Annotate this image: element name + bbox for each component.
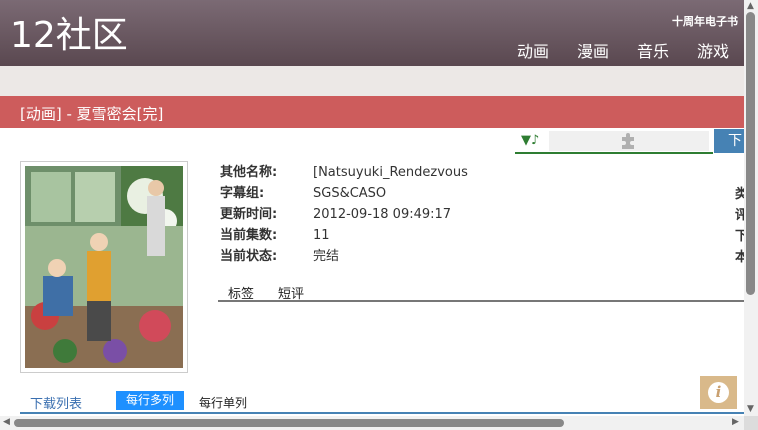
info-value: 完结 xyxy=(313,249,340,264)
multi-column-button[interactable]: 每行多列 xyxy=(116,391,184,410)
info-row-episodes: 当前集数: 11 xyxy=(220,227,468,248)
nav-item-games[interactable]: 游戏 xyxy=(697,38,729,62)
info-row-status: 当前状态: 完结 xyxy=(220,248,468,269)
vertical-scrollbar[interactable]: ▲ ▼ xyxy=(744,0,758,416)
info-label: 字幕组: xyxy=(220,186,265,201)
download-list-bar: 下载列表 每行多列 每行单列 xyxy=(20,390,744,414)
scroll-left-arrow-icon[interactable]: ◀ xyxy=(3,417,10,427)
info-icon: i xyxy=(708,382,729,403)
tab-tags[interactable]: 标签 xyxy=(228,283,254,302)
nav-item-manga[interactable]: 漫画 xyxy=(577,38,609,62)
info-label: 当前集数: xyxy=(220,228,278,243)
download-list-tab[interactable]: 下载列表 xyxy=(30,393,82,412)
info-row-subgroup: 字幕组: SGS&CASO xyxy=(220,185,468,206)
sub-tabs: 标签 短评 xyxy=(218,280,744,302)
nav-item-music[interactable]: 音乐 xyxy=(637,38,669,62)
music-player-bar: ▼♪ xyxy=(515,130,713,154)
info-value: 11 xyxy=(313,228,330,243)
anime-poster[interactable] xyxy=(20,161,188,373)
site-logo[interactable]: 12社区 xyxy=(10,14,128,58)
poster-illustration xyxy=(25,166,183,368)
scroll-up-arrow-icon[interactable]: ▲ xyxy=(747,1,754,11)
single-column-button[interactable]: 每行单列 xyxy=(199,394,247,411)
info-button[interactable]: i xyxy=(700,376,737,409)
horizontal-scrollbar[interactable]: ◀ ▶ xyxy=(0,416,744,430)
info-value: 2012-09-18 09:49:17 xyxy=(313,207,452,222)
plugin-placeholder[interactable] xyxy=(549,131,709,151)
main-nav: 动画 漫画 音乐 游戏 xyxy=(517,38,729,62)
page-title-bar: [动画] - 夏雪密会[完] xyxy=(0,96,744,128)
scroll-down-arrow-icon[interactable]: ▼ xyxy=(747,404,754,414)
info-label: 当前状态: xyxy=(220,249,278,264)
vertical-scroll-thumb[interactable] xyxy=(746,12,755,295)
nav-item-anime[interactable]: 动画 xyxy=(517,38,549,62)
promo-link[interactable]: 十周年电子书 xyxy=(672,13,738,29)
page-title: [动画] - 夏雪密会[完] xyxy=(20,105,164,123)
info-row-updated: 更新时间: 2012-09-18 09:49:17 xyxy=(220,206,468,227)
scrollbar-corner xyxy=(744,416,758,430)
anime-info: 其他名称: [Natsuyuki_Rendezvous 字幕组: SGS&CAS… xyxy=(220,164,468,269)
site-header: 12社区 十周年电子书 动画 漫画 音乐 游戏 xyxy=(0,0,744,66)
info-label: 更新时间: xyxy=(220,207,278,222)
header-strip xyxy=(0,66,744,96)
info-value[interactable]: SGS&CASO xyxy=(313,185,386,206)
info-row-alt-name: 其他名称: [Natsuyuki_Rendezvous xyxy=(220,164,468,185)
tab-reviews[interactable]: 短评 xyxy=(278,283,304,302)
download-tab[interactable]: 下 xyxy=(714,129,744,153)
music-note-icon[interactable]: ▼♪ xyxy=(521,133,539,148)
info-label: 其他名称: xyxy=(220,165,278,180)
horizontal-scroll-thumb[interactable] xyxy=(14,419,564,427)
puzzle-icon xyxy=(622,133,634,149)
info-value: [Natsuyuki_Rendezvous xyxy=(313,165,468,180)
scroll-right-arrow-icon[interactable]: ▶ xyxy=(732,417,739,427)
